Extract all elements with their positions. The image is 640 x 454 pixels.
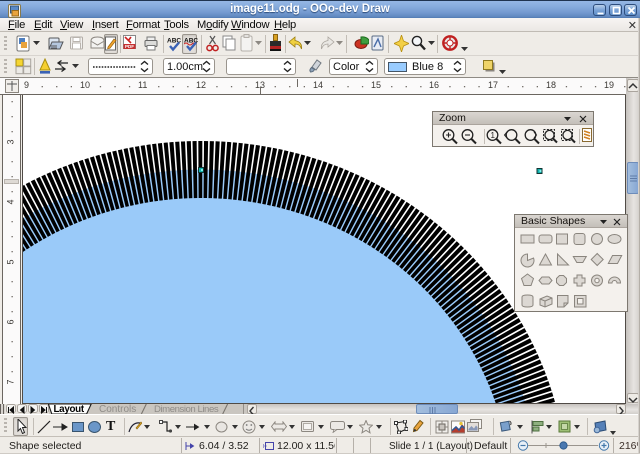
svg-text:PDF: PDF: [125, 44, 134, 49]
svg-text:1: 1: [491, 131, 496, 140]
